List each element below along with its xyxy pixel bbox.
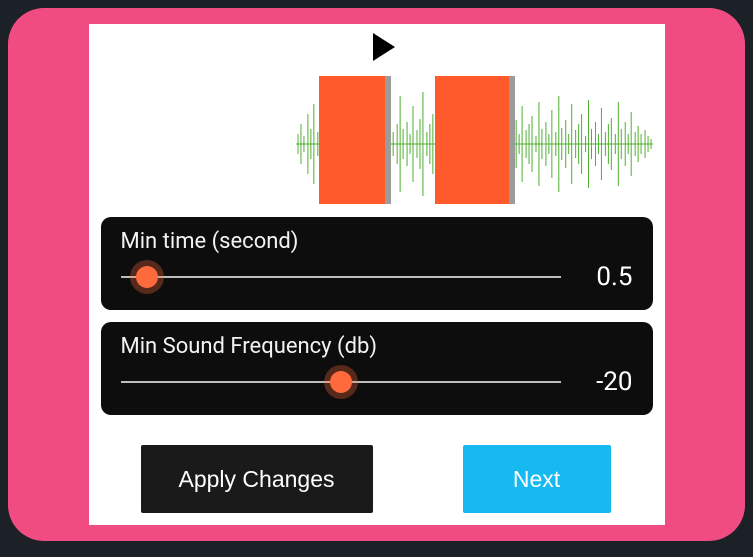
min-freq-value: -20 bbox=[577, 367, 633, 397]
selection-region-2[interactable] bbox=[435, 76, 515, 204]
min-time-slider[interactable] bbox=[121, 264, 561, 290]
min-freq-card: Min Sound Frequency (db) -20 bbox=[101, 322, 653, 415]
waveform-area bbox=[101, 28, 653, 205]
app-card: Min time (second) 0.5 Min Sound Frequenc… bbox=[8, 8, 745, 541]
next-button[interactable]: Next bbox=[463, 445, 611, 513]
slider-thumb-icon[interactable] bbox=[330, 371, 352, 393]
min-freq-slider[interactable] bbox=[121, 369, 561, 395]
slider-thumb-icon[interactable] bbox=[136, 266, 158, 288]
main-panel: Min time (second) 0.5 Min Sound Frequenc… bbox=[89, 24, 665, 525]
min-time-value: 0.5 bbox=[577, 262, 633, 292]
selection-region-1[interactable] bbox=[319, 76, 391, 204]
min-time-card: Min time (second) 0.5 bbox=[101, 217, 653, 310]
play-icon[interactable] bbox=[373, 33, 395, 61]
button-row: Apply Changes Next bbox=[101, 445, 653, 513]
min-freq-label: Min Sound Frequency (db) bbox=[121, 334, 633, 359]
min-time-label: Min time (second) bbox=[121, 229, 633, 254]
apply-changes-button[interactable]: Apply Changes bbox=[141, 445, 373, 513]
